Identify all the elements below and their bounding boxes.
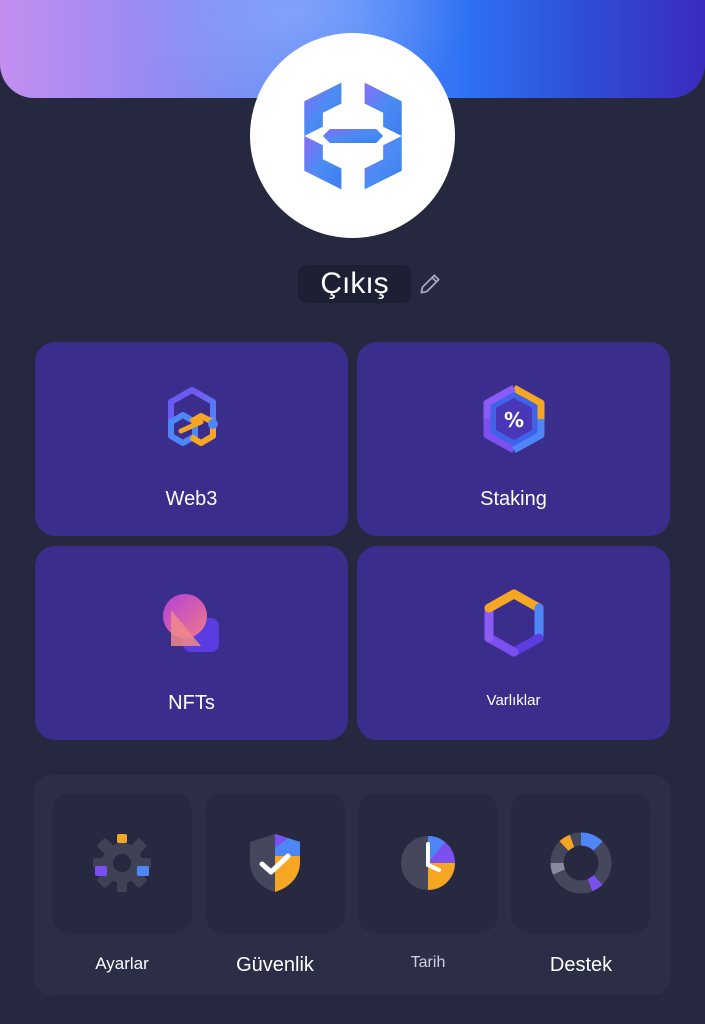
- history-button[interactable]: Tarih: [358, 793, 498, 993]
- profile-name[interactable]: Çıkış: [298, 265, 411, 303]
- staking-tile[interactable]: % Staking: [357, 342, 670, 536]
- security-label: Güvenlik: [236, 954, 314, 976]
- security-button[interactable]: Güvenlik: [205, 793, 345, 993]
- support-label: Destek: [549, 954, 613, 976]
- history-icon-box: [358, 793, 498, 933]
- history-label: Tarih: [410, 954, 446, 971]
- profile-screen: Çıkış Web3 % Staking NFTs Varlıklar Ayar…: [0, 0, 705, 1024]
- assets-tile[interactable]: Varlıklar: [357, 546, 670, 740]
- nft-shapes-icon: [157, 588, 227, 658]
- web3-tile[interactable]: Web3: [35, 342, 348, 536]
- gear-icon: [93, 834, 151, 892]
- lifebuoy-icon: [550, 832, 612, 894]
- support-icon-box: [511, 793, 651, 933]
- assets-hexagon-icon: [479, 588, 549, 658]
- settings-button[interactable]: Ayarlar: [52, 793, 192, 993]
- security-icon-box: [205, 793, 345, 933]
- support-button[interactable]: Destek: [511, 793, 651, 993]
- settings-label: Ayarlar: [95, 954, 149, 973]
- profile-avatar[interactable]: [250, 33, 455, 238]
- exodus-logo-icon: [303, 82, 402, 189]
- staking-label: Staking: [480, 488, 547, 510]
- web3-label: Web3: [165, 488, 218, 510]
- settings-icon-box: [52, 793, 192, 933]
- profile-name-row: Çıkış: [0, 262, 705, 306]
- quick-actions-panel: Ayarlar Güvenlik Tarih Destek: [34, 775, 671, 995]
- web3-hexagon-link-icon: [157, 384, 227, 454]
- clock-icon: [401, 836, 455, 890]
- nfts-tile[interactable]: NFTs: [35, 546, 348, 740]
- pencil-icon[interactable]: [417, 271, 443, 297]
- svg-text:%: %: [503, 408, 523, 432]
- nfts-label: NFTs: [168, 692, 215, 714]
- shield-check-icon: [250, 834, 300, 892]
- staking-percent-icon: %: [479, 384, 549, 454]
- assets-label: Varlıklar: [486, 692, 541, 709]
